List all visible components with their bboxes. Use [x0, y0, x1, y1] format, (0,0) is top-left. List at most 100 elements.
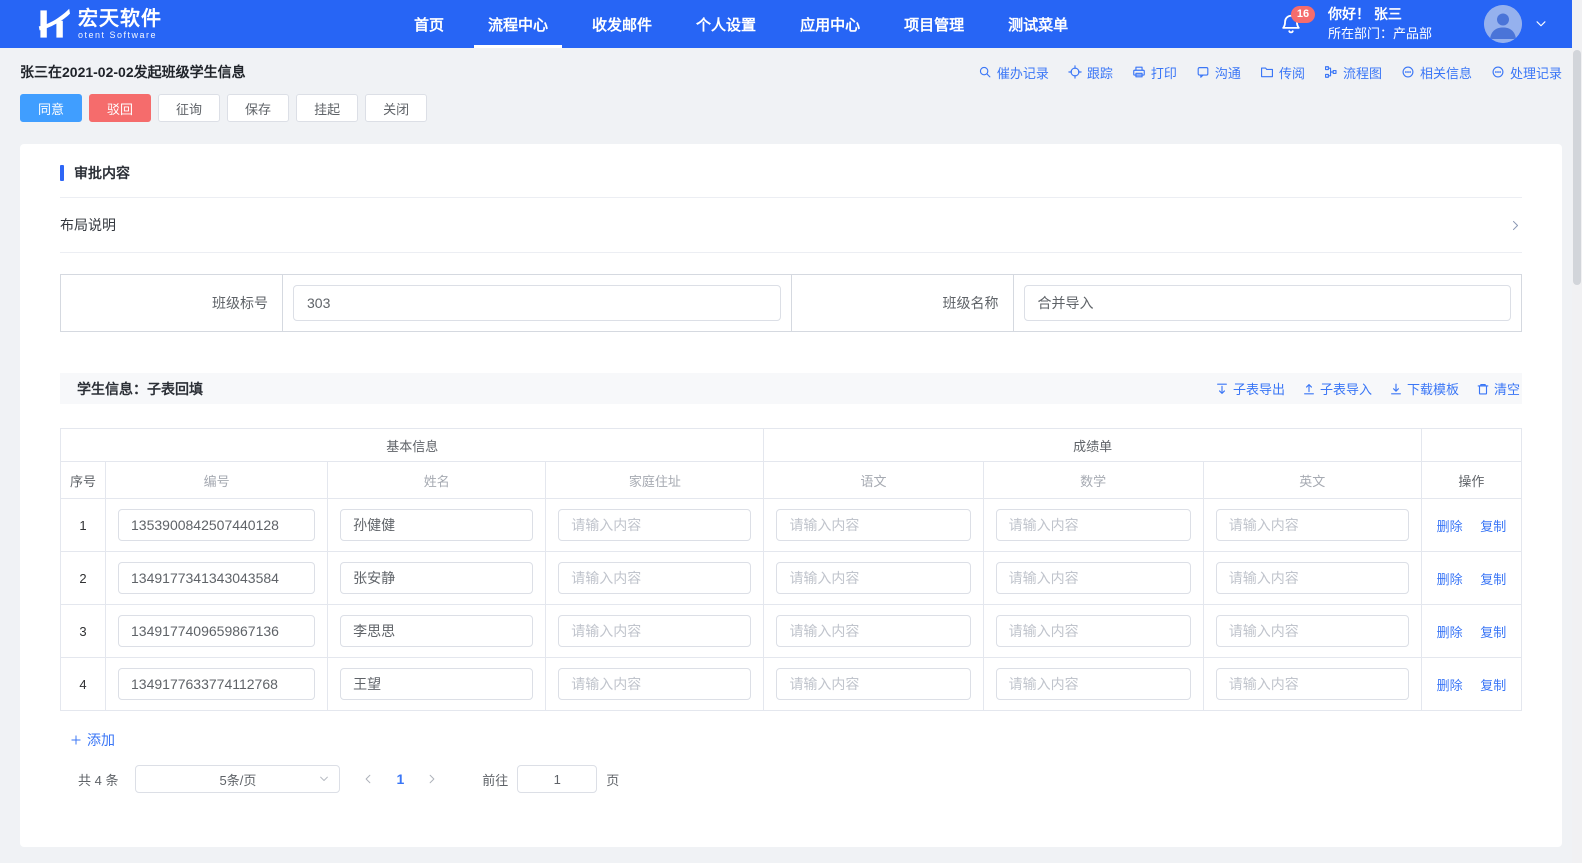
nav-item[interactable]: 个人设置 [674, 0, 778, 48]
row-delete-link[interactable]: 删除 [1437, 572, 1463, 587]
doc-action-link[interactable]: 沟通 [1196, 63, 1241, 82]
import-icon [1302, 382, 1316, 396]
chevron-down-icon [318, 773, 330, 785]
score-english-input[interactable] [1215, 509, 1409, 541]
column-header: 编号 [105, 461, 329, 499]
current-page[interactable]: 1 [386, 771, 414, 787]
avatar[interactable] [1484, 5, 1522, 43]
student-name-input[interactable] [340, 615, 534, 647]
workflow-button[interactable]: 关闭 [365, 94, 428, 122]
comment-icon [1401, 65, 1415, 79]
goto-unit: 页 [606, 772, 620, 788]
user-menu-chevron-down-icon[interactable] [1534, 17, 1548, 31]
nav-item[interactable]: 项目管理 [882, 0, 986, 48]
nav-item[interactable]: 测试菜单 [986, 0, 1090, 48]
row-copy-link[interactable]: 复制 [1480, 519, 1506, 534]
column-header: 数学 [982, 461, 1204, 499]
row-delete-link[interactable]: 删除 [1437, 678, 1463, 693]
score-english-input[interactable] [1215, 615, 1409, 647]
workflow-button[interactable]: 征询 [158, 94, 221, 122]
student-id-input[interactable] [118, 668, 316, 700]
group-score-sheet: 成绩单 [763, 428, 1422, 462]
doc-action-link[interactable]: 流程图 [1324, 63, 1382, 82]
trash-icon [1476, 382, 1490, 396]
doc-action-link[interactable]: 传阅 [1260, 63, 1305, 82]
user-icon [1484, 5, 1522, 43]
score-chinese-input[interactable] [776, 509, 971, 541]
nav-item[interactable]: 首页 [392, 0, 466, 48]
score-english-input[interactable] [1215, 668, 1409, 700]
main-nav: 首页 流程中心 收发邮件 个人设置 应用中心 项目管理 测试菜单 [392, 0, 1090, 48]
top-navbar: 宏天软件 otent Software 首页 流程中心 收发邮件 个人设置 应用… [0, 0, 1582, 48]
score-math-input[interactable] [995, 668, 1191, 700]
score-chinese-input[interactable] [776, 668, 971, 700]
score-chinese-input[interactable] [776, 615, 971, 647]
app-logo[interactable]: 宏天软件 otent Software [38, 7, 162, 41]
nav-item[interactable]: 流程中心 [466, 0, 570, 48]
doc-action-link[interactable]: 催办记录 [978, 63, 1049, 82]
scrollbar[interactable] [1572, 0, 1582, 863]
column-header: 英文 [1202, 461, 1422, 499]
student-address-input[interactable] [558, 562, 752, 594]
row-index: 2 [59, 551, 107, 605]
prev-page-button[interactable] [354, 773, 382, 785]
chevron-right-icon [426, 773, 438, 785]
workflow-button[interactable]: 同意 [20, 94, 83, 122]
row-copy-link[interactable]: 复制 [1480, 572, 1506, 587]
notifications-button[interactable]: 16 [1280, 6, 1315, 35]
class-info-form: 班级标号 班级名称 [60, 274, 1522, 332]
score-math-input[interactable] [995, 509, 1191, 541]
form-field-input[interactable] [1023, 285, 1511, 321]
subtable-header-band: 学生信息：子表回填 子表导出 子表导入 下载模板 清空 [60, 373, 1522, 404]
track-icon [1068, 65, 1082, 79]
score-chinese-input[interactable] [776, 562, 971, 594]
next-page-button[interactable] [418, 773, 446, 785]
flow-icon [1324, 65, 1338, 79]
nav-item[interactable]: 收发邮件 [570, 0, 674, 48]
goto-page-input[interactable] [517, 765, 598, 793]
scrollbar-thumb[interactable] [1573, 50, 1581, 285]
student-address-input[interactable] [558, 509, 752, 541]
subtable-tool-link[interactable]: 子表导出 [1215, 379, 1285, 398]
subtable-title: 学生信息：子表回填 [77, 380, 203, 397]
row-delete-link[interactable]: 删除 [1437, 625, 1463, 640]
page-size-select[interactable]: 5条/页 [135, 765, 341, 793]
student-id-input[interactable] [118, 509, 316, 541]
group-empty [1420, 428, 1523, 462]
user-department: 所在部门：产品部 [1327, 26, 1432, 41]
subtable-tool-link[interactable]: 清空 [1476, 379, 1520, 398]
score-math-input[interactable] [995, 615, 1191, 647]
score-math-input[interactable] [995, 562, 1191, 594]
layout-note-collapse[interactable]: 布局说明 [60, 198, 1522, 253]
student-name-input[interactable] [340, 668, 534, 700]
row-copy-link[interactable]: 复制 [1480, 625, 1506, 640]
doc-action-link[interactable]: 相关信息 [1401, 63, 1472, 82]
row-delete-link[interactable]: 删除 [1437, 519, 1463, 534]
page-title: 张三在2021-02-02发起班级学生信息 [20, 64, 246, 80]
workflow-button[interactable]: 驳回 [89, 94, 152, 122]
chevron-right-icon [1509, 219, 1522, 232]
students-table: 基本信息 成绩单 序号 编号 姓名 家庭住址 语文 数学 英文 操作 1 135… [59, 428, 1523, 711]
subtable-tool-link[interactable]: 子表导入 [1302, 379, 1372, 398]
student-id-input[interactable] [118, 615, 316, 647]
brand-title: 宏天软件 [78, 7, 162, 30]
logo-icon [38, 8, 70, 38]
student-address-input[interactable] [558, 668, 752, 700]
subtable-tool-link[interactable]: 下载模板 [1389, 379, 1459, 398]
section-header: 审批内容 [60, 144, 1522, 198]
doc-action-link[interactable]: 跟踪 [1068, 63, 1113, 82]
student-address-input[interactable] [558, 615, 752, 647]
student-name-input[interactable] [340, 509, 534, 541]
form-field-input[interactable] [293, 285, 781, 321]
workflow-button[interactable]: 挂起 [296, 94, 359, 122]
student-name-input[interactable] [340, 562, 534, 594]
add-row-button[interactable]: 添加 [70, 730, 115, 750]
nav-item[interactable]: 应用中心 [778, 0, 882, 48]
score-english-input[interactable] [1215, 562, 1409, 594]
workflow-button[interactable]: 保存 [227, 94, 290, 122]
doc-action-link[interactable]: 打印 [1132, 63, 1177, 82]
student-id-input[interactable] [118, 562, 316, 594]
doc-action-link[interactable]: 处理记录 [1491, 63, 1562, 82]
row-copy-link[interactable]: 复制 [1480, 678, 1506, 693]
layout-note-label: 布局说明 [60, 217, 116, 233]
